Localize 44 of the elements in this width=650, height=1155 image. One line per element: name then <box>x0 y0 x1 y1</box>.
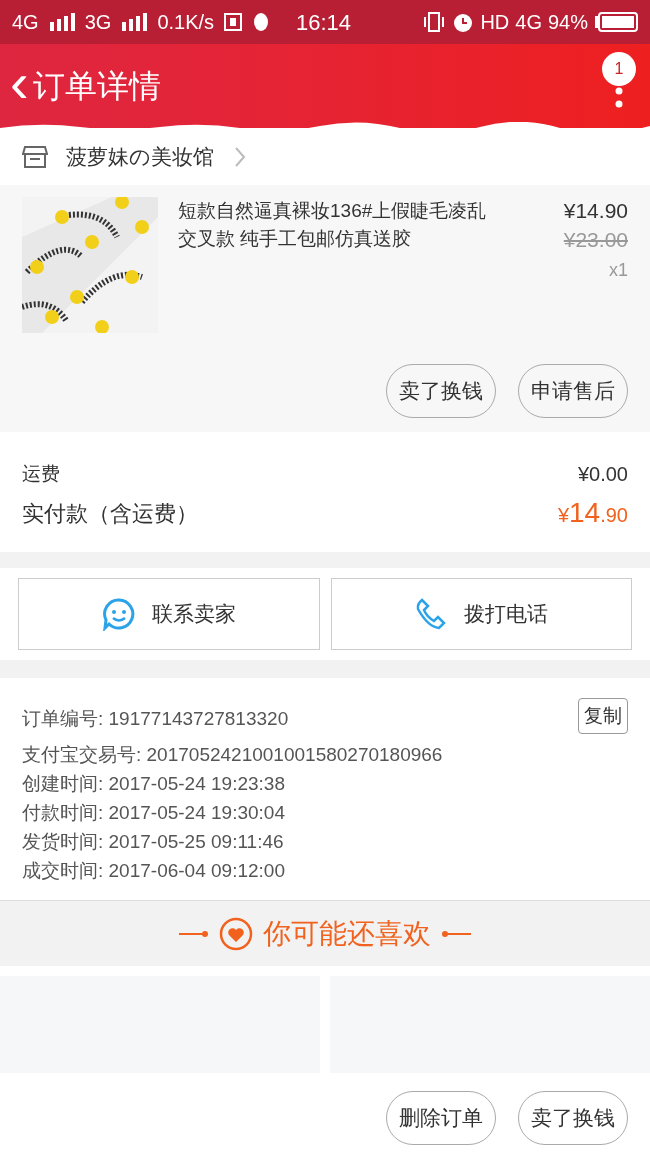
contact-button[interactable]: 拨打电话 <box>330 578 632 650</box>
status-time: 16:14 <box>296 8 352 37</box>
recommend-title: 你可能还喜欢 <box>263 916 431 951</box>
contact-button[interactable]: 联系卖家 <box>18 578 320 650</box>
battery-icon <box>594 12 638 32</box>
status-text: HD <box>480 10 510 35</box>
order-info-line: 支付宝交易号: 2017052421001001580270180966 <box>22 743 443 767</box>
vibrate-icon <box>422 12 447 32</box>
status-text: 4G <box>12 10 39 35</box>
dash-dot-icon <box>441 929 471 938</box>
status-text: 0.1K/s <box>157 10 215 35</box>
original-price: ¥23.00 <box>563 227 628 253</box>
notification-badge: 1 <box>602 52 636 86</box>
total-value: ¥14.90 <box>557 496 628 530</box>
action-button[interactable]: 卖了换钱 <box>518 1091 628 1145</box>
order-info-line: 发货时间: 2017-05-25 09:11:46 <box>22 830 284 854</box>
chevron-right-icon <box>234 145 246 168</box>
store-icon <box>22 144 48 169</box>
status-text: 94% <box>547 10 588 35</box>
order-info-line: 创建时间: 2017-05-24 19:23:38 <box>22 772 285 796</box>
quantity: x1 <box>609 259 628 282</box>
fee-label: 运费 <box>22 461 60 486</box>
signal-icon <box>121 13 148 31</box>
page-title: 订单详情 <box>32 67 161 106</box>
copy-button[interactable]: 复制 <box>578 698 628 734</box>
smiley-bubble-icon <box>101 597 136 631</box>
product-title[interactable]: 短款自然逼真裸妆136#上假睫毛凌乱交叉款 纯手工包邮仿真送胶 <box>178 197 498 333</box>
fee-value: ¥0.00 <box>577 462 628 487</box>
order-info-line: 付款时间: 2017-05-24 19:30:04 <box>22 801 285 825</box>
status-text: 3G <box>84 10 112 35</box>
product-price: ¥14.90 <box>563 198 628 224</box>
action-button[interactable]: 申请售后 <box>518 364 628 418</box>
order-info-line: 订单编号: 19177143727813320 <box>22 707 289 731</box>
status-text: 4G <box>515 10 542 35</box>
back-button[interactable]: ‹ <box>10 55 29 111</box>
signal-icon <box>48 13 75 31</box>
dash-dot-icon <box>179 929 209 938</box>
more-icon[interactable] <box>615 86 623 110</box>
order-info-line: 成交时间: 2017-06-04 09:12:00 <box>22 859 285 883</box>
action-button[interactable]: 卖了换钱 <box>386 364 496 418</box>
shop-name[interactable]: 菠萝妹の美妆馆 <box>66 140 214 173</box>
action-button[interactable]: 删除订单 <box>386 1091 496 1145</box>
total-label: 实付款（含运费） <box>22 499 198 528</box>
alarm-icon <box>452 11 475 33</box>
